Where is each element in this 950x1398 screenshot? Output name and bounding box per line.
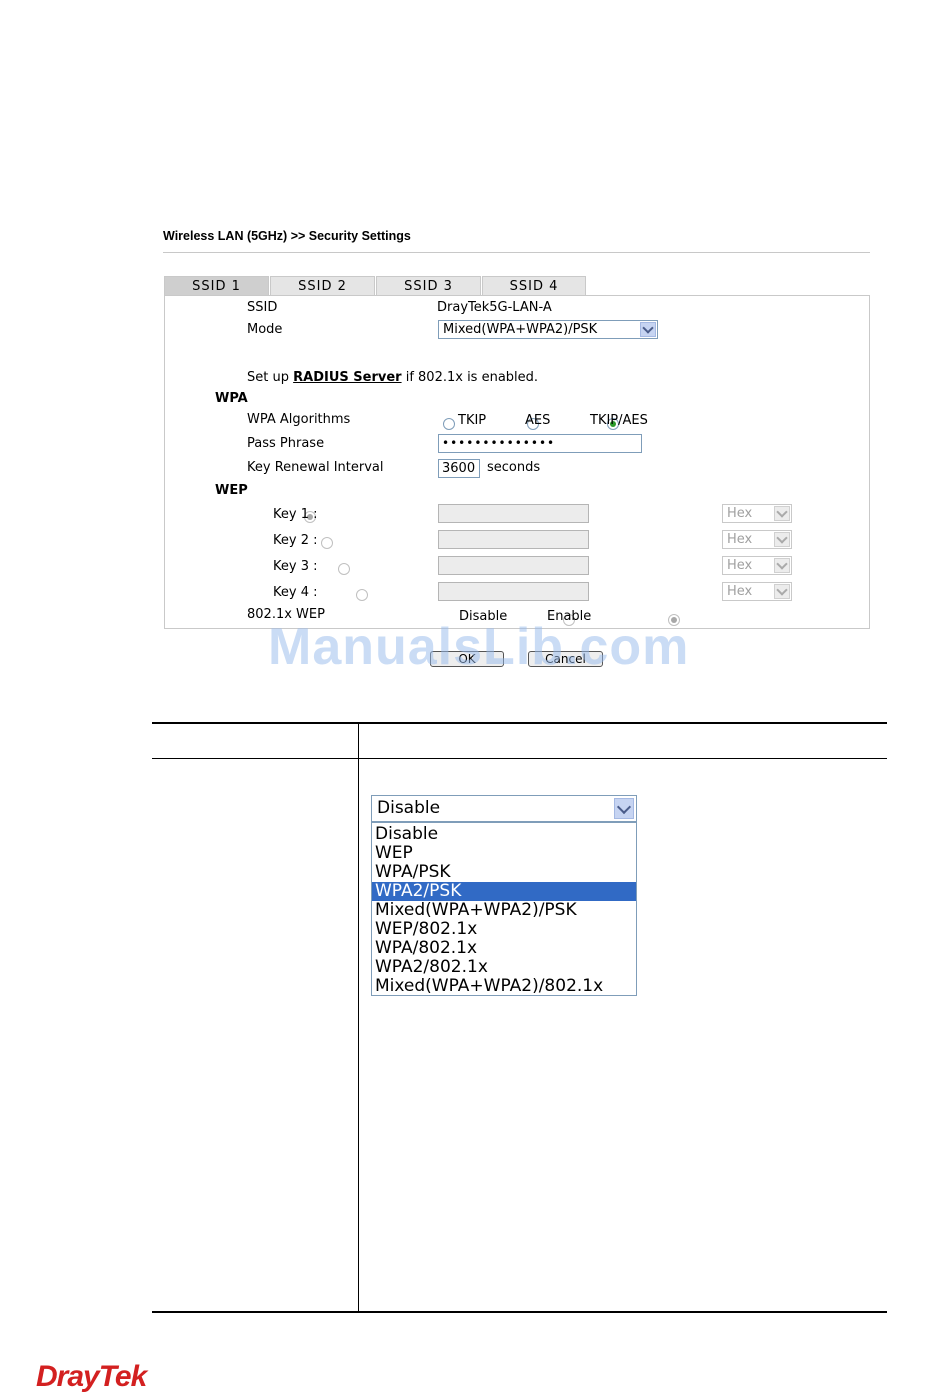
pass-phrase-input[interactable]: ••••••••••••••: [438, 434, 642, 453]
table-top-rule: [152, 722, 887, 724]
key-3-format-value: Hex: [727, 558, 753, 573]
key-4-format-value: Hex: [727, 584, 753, 599]
tab-ssid-4[interactable]: SSID 4: [482, 276, 586, 295]
key-1-format-select[interactable]: Hex: [722, 504, 792, 523]
breadcrumb-divider: [163, 252, 870, 253]
mode-option-mixed-8021x[interactable]: Mixed(WPA+WPA2)/802.1x: [372, 977, 636, 996]
key-renewal-label: Key Renewal Interval: [247, 460, 384, 475]
tab-ssid-1[interactable]: SSID 1: [164, 276, 269, 295]
radius-server-link[interactable]: RADIUS Server: [293, 370, 401, 385]
mode-select[interactable]: Mixed(WPA+WPA2)/PSK: [438, 320, 658, 339]
tkip-radio[interactable]: [443, 418, 455, 430]
mode-option-disable[interactable]: Disable: [372, 825, 636, 844]
key-renewal-unit: seconds: [487, 460, 541, 475]
watermark: ManualsLib.com: [268, 618, 690, 676]
mode-option-wpa2-8021x[interactable]: WPA2/802.1x: [372, 958, 636, 977]
table-column-divider: [358, 722, 359, 1313]
mode-dropdown-list: Disable WEP WPA/PSK WPA2/PSK Mixed(WPA+W…: [371, 822, 637, 996]
mode-select-value: Mixed(WPA+WPA2)/PSK: [443, 322, 598, 337]
key-1-format-value: Hex: [727, 506, 753, 521]
table-bottom-rule: [152, 1311, 887, 1313]
mode-dropdown-select[interactable]: Disable: [371, 795, 637, 822]
radius-suffix: if 802.1x is enabled.: [405, 370, 539, 385]
key-2-format-value: Hex: [727, 532, 753, 547]
radius-hint: Set up RADIUS Server if 802.1x is enable…: [247, 370, 538, 385]
ssid-value: DrayTek5G-LAN-A: [437, 300, 552, 315]
mode-option-wep-8021x[interactable]: WEP/802.1x: [372, 920, 636, 939]
table-header-rule: [152, 758, 887, 759]
key-renewal-input[interactable]: 3600: [438, 459, 480, 478]
key-3-label: Key 3 :: [273, 559, 318, 574]
draytek-logo: DrayTek: [36, 1360, 147, 1393]
chevron-down-icon: [774, 506, 790, 521]
key-1-input[interactable]: [438, 504, 589, 523]
tkip-label: TKIP: [458, 413, 487, 428]
aes-label: AES: [525, 413, 551, 428]
chevron-down-icon: [774, 532, 790, 547]
wpa-algorithms-label: WPA Algorithms: [247, 412, 351, 427]
mode-option-wpa-psk[interactable]: WPA/PSK: [372, 863, 636, 882]
key-4-radio[interactable]: [355, 589, 368, 601]
key-3-input[interactable]: [438, 556, 589, 575]
key-2-format-select[interactable]: Hex: [722, 530, 792, 549]
radius-prefix: Set up: [247, 370, 289, 385]
key-4-label: Key 4 :: [273, 585, 318, 600]
mode-option-wpa-8021x[interactable]: WPA/802.1x: [372, 939, 636, 958]
pass-phrase-label: Pass Phrase: [247, 436, 325, 451]
tkip-aes-label: TKIP/AES: [590, 413, 648, 428]
key-3-format-select[interactable]: Hex: [722, 556, 792, 575]
key-4-input[interactable]: [438, 582, 589, 601]
key-4-format-select[interactable]: Hex: [722, 582, 792, 601]
wep-section-title: WEP: [215, 483, 248, 498]
key-1-label: Key 1 :: [273, 507, 318, 522]
chevron-down-icon: [774, 584, 790, 599]
tab-ssid-2[interactable]: SSID 2: [270, 276, 375, 295]
chevron-down-icon: [614, 798, 634, 819]
chevron-down-icon: [774, 558, 790, 573]
tab-ssid-3[interactable]: SSID 3: [376, 276, 481, 295]
mode-label: Mode: [247, 322, 283, 337]
key-2-input[interactable]: [438, 530, 589, 549]
mode-dropdown-value: Disable: [377, 798, 441, 818]
key-2-label: Key 2 :: [273, 533, 318, 548]
mode-option-wep[interactable]: WEP: [372, 844, 636, 863]
breadcrumb: Wireless LAN (5GHz) >> Security Settings: [163, 229, 411, 243]
mode-option-mixed-psk[interactable]: Mixed(WPA+WPA2)/PSK: [372, 901, 636, 920]
mode-option-wpa2-psk[interactable]: WPA2/PSK: [372, 882, 636, 901]
wpa-section-title: WPA: [215, 391, 248, 406]
ssid-label: SSID: [247, 300, 278, 315]
chevron-down-icon: [640, 322, 656, 337]
